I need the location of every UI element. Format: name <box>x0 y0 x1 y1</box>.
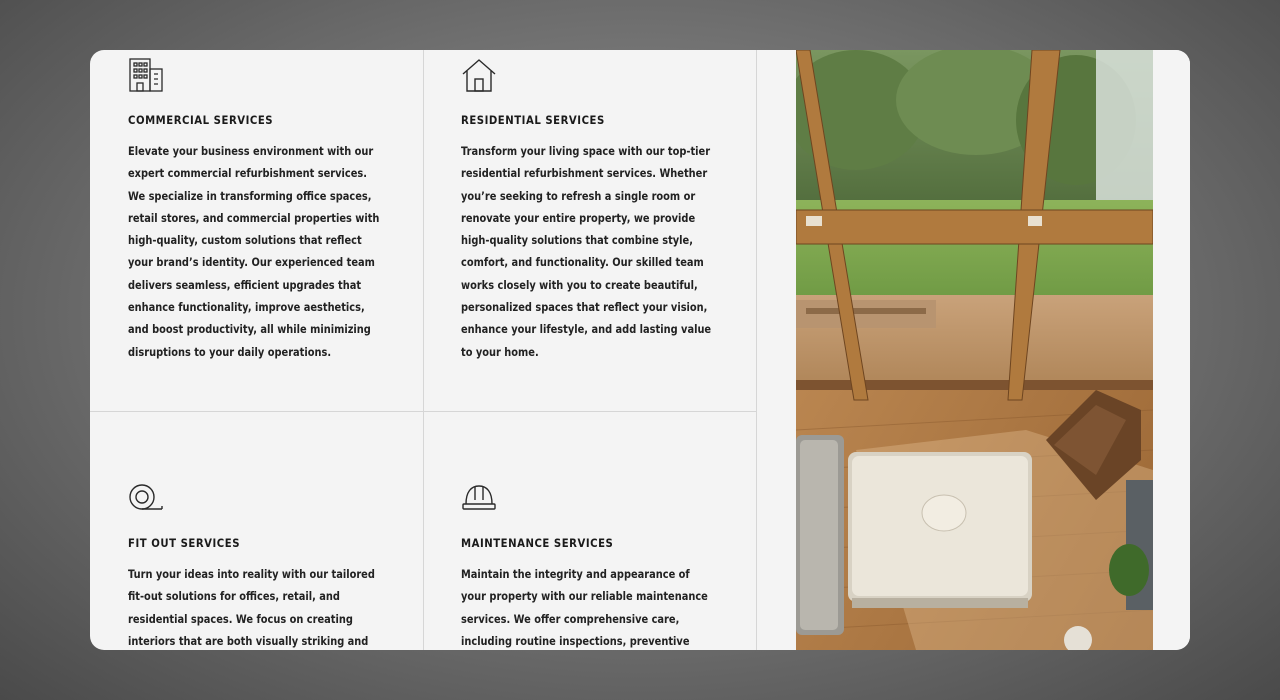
building-icon <box>128 57 164 93</box>
interior-photo <box>796 50 1153 650</box>
right-margin <box>1153 50 1190 650</box>
service-title: MAINTENANCE SERVICES <box>461 536 614 550</box>
service-title: RESIDENTIAL SERVICES <box>461 113 605 127</box>
service-title: FIT OUT SERVICES <box>128 536 241 550</box>
house-icon <box>461 57 497 93</box>
service-description: Elevate your business environment with o… <box>128 145 380 359</box>
service-commercial: COMMERCIAL SERVICES Elevate your busines… <box>90 50 424 412</box>
service-description: Maintain the integrity and appearance of… <box>461 568 708 648</box>
service-title: COMMERCIAL SERVICES <box>128 113 274 127</box>
service-residential: RESIDENTIAL SERVICES Transform your livi… <box>423 50 757 412</box>
hard-hat-icon <box>461 480 497 516</box>
tape-measure-icon <box>128 480 164 516</box>
service-fit-out: FIT OUT SERVICES Turn your ideas into re… <box>90 411 424 650</box>
service-maintenance: MAINTENANCE SERVICES Maintain the integr… <box>423 411 757 650</box>
services-grid: COMMERCIAL SERVICES Elevate your busines… <box>90 50 757 650</box>
service-description: Transform your living space with our top… <box>461 145 712 359</box>
services-card: COMMERCIAL SERVICES Elevate your busines… <box>90 50 1190 650</box>
service-description: Turn your ideas into reality with our ta… <box>128 568 375 648</box>
